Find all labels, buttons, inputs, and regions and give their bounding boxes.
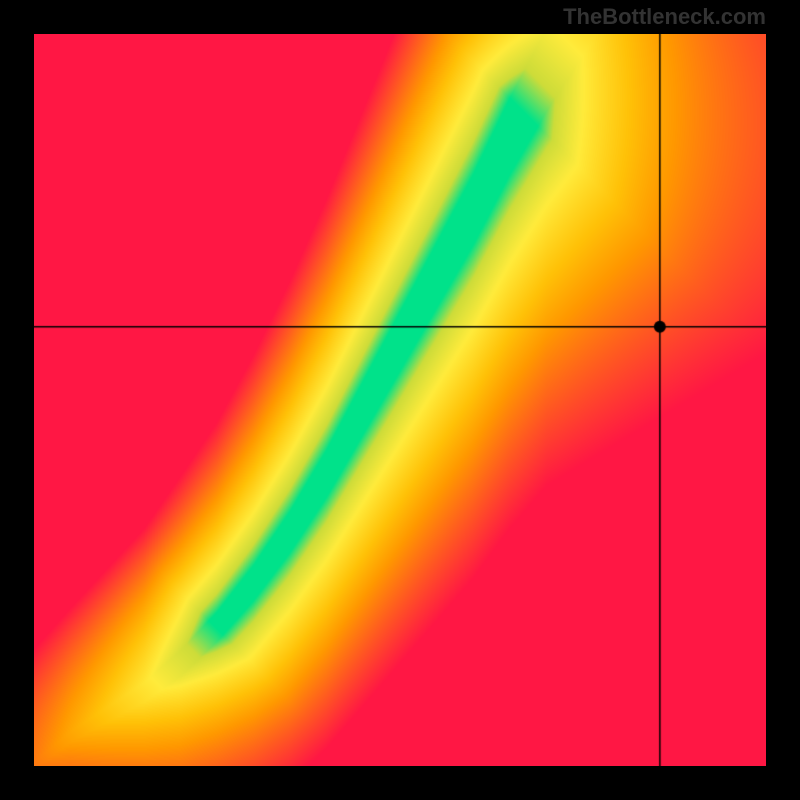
heatmap-plot [34, 34, 766, 766]
overlay-canvas [34, 34, 766, 766]
watermark-text: TheBottleneck.com [563, 4, 766, 30]
chart-container: TheBottleneck.com [0, 0, 800, 800]
